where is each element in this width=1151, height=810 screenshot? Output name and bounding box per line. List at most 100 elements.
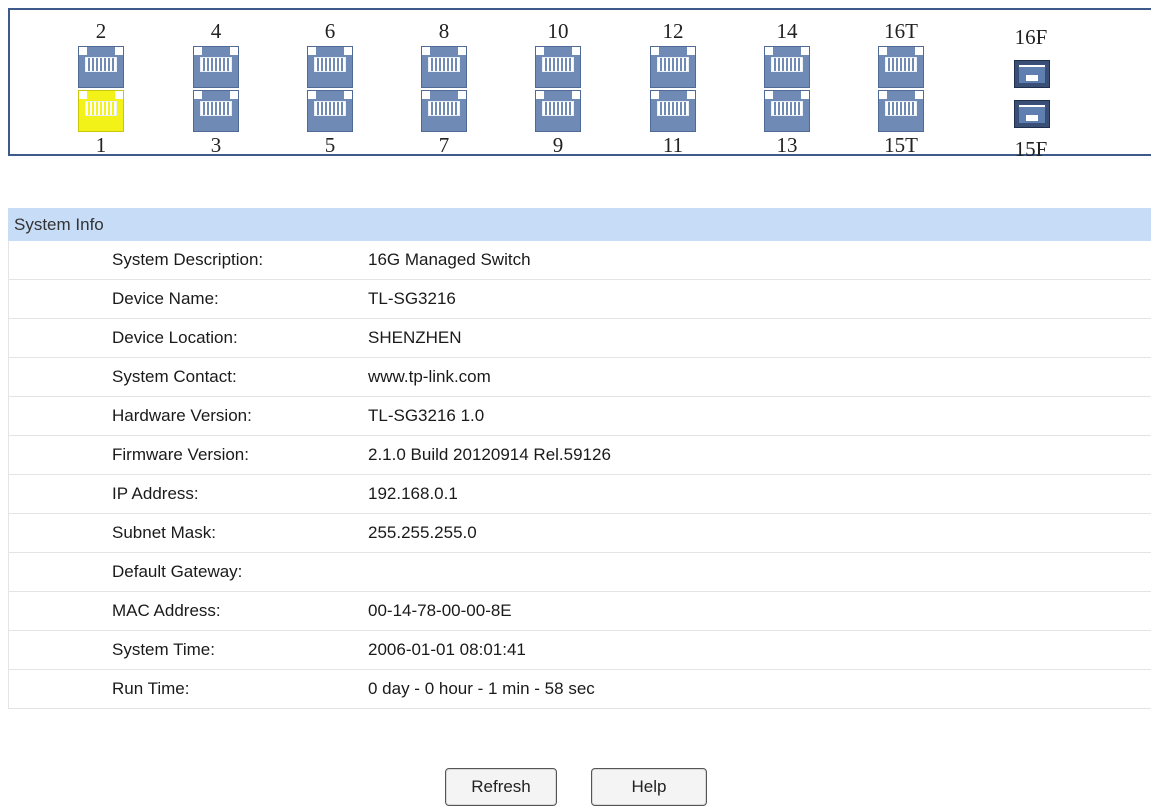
row-label: Hardware Version: <box>112 406 252 425</box>
system-info-table: System Info System Description: 16G Mana… <box>8 208 1151 709</box>
port-number-top: 16T <box>884 19 918 43</box>
rj45-icon <box>200 101 232 116</box>
row-value: TL-SG3216 1.0 <box>368 406 485 425</box>
rj45-icon <box>885 57 917 72</box>
port-12[interactable] <box>650 46 696 88</box>
port-panel: 2 1 4 3 6 5 8 7 10 9 12 11 14 13 16T 15T… <box>8 8 1151 161</box>
port-number-bottom: 3 <box>210 133 222 157</box>
port-number-bottom: 9 <box>552 133 564 157</box>
port-14[interactable] <box>764 46 810 88</box>
table-row: Hardware Version: TL-SG3216 1.0 <box>8 397 1151 436</box>
table-row: Firmware Version: 2.1.0 Build 20120914 R… <box>8 436 1151 475</box>
row-value: 192.168.0.1 <box>368 484 458 503</box>
row-value: 00-14-78-00-00-8E <box>368 601 512 620</box>
rj45-icon <box>428 101 460 116</box>
row-label: Firmware Version: <box>112 445 249 464</box>
rj45-icon <box>542 101 574 116</box>
port-column: 16T 15T <box>866 10 936 158</box>
row-label: Run Time: <box>112 679 190 698</box>
table-row: System Time: 2006-01-01 08:01:41 <box>8 631 1151 670</box>
port-number-bottom: 15T <box>884 133 918 157</box>
row-value: 255.255.255.0 <box>368 523 477 542</box>
table-row: Default Gateway: <box>8 553 1151 592</box>
port-number-top: 6 <box>324 19 336 43</box>
port-column: 6 5 <box>295 10 365 158</box>
port-15t[interactable] <box>878 90 924 132</box>
row-label: System Time: <box>112 640 215 659</box>
port-8[interactable] <box>421 46 467 88</box>
port-column: 10 9 <box>523 10 593 158</box>
table-row: IP Address: 192.168.0.1 <box>8 475 1151 514</box>
sfp-port-16f[interactable] <box>1014 60 1050 88</box>
port-7[interactable] <box>421 90 467 132</box>
port-1[interactable] <box>78 90 124 132</box>
row-label: MAC Address: <box>112 601 221 620</box>
port-column: 14 13 <box>752 10 822 158</box>
port-number-top: 2 <box>95 19 107 43</box>
port-column: 8 7 <box>409 10 479 158</box>
port-number-top: 8 <box>438 19 450 43</box>
port-number-bottom: 11 <box>662 133 684 157</box>
rj45-icon <box>771 57 803 72</box>
port-2[interactable] <box>78 46 124 88</box>
table-row: Subnet Mask: 255.255.255.0 <box>8 514 1151 553</box>
port-column: 2 1 <box>66 10 136 158</box>
sfp-port-15f[interactable] <box>1014 100 1050 128</box>
rj45-icon <box>200 57 232 72</box>
row-value: 2006-01-01 08:01:41 <box>368 640 526 659</box>
port-9[interactable] <box>535 90 581 132</box>
rj45-icon <box>314 57 346 72</box>
port-column: 12 11 <box>638 10 708 158</box>
table-row: System Contact: www.tp-link.com <box>8 358 1151 397</box>
row-value: SHENZHEN <box>368 328 462 347</box>
table-row: System Description: 16G Managed Switch <box>8 241 1151 280</box>
port-16t[interactable] <box>878 46 924 88</box>
sfp-icon <box>1019 105 1045 123</box>
row-value: www.tp-link.com <box>368 367 491 386</box>
rj45-icon <box>771 101 803 116</box>
rj45-icon <box>542 57 574 72</box>
row-value: TL-SG3216 <box>368 289 456 308</box>
port-number-top: 10 <box>547 19 569 43</box>
sfp-column: 16F 15F <box>996 10 1066 161</box>
rj45-icon <box>85 57 117 72</box>
help-button[interactable]: Help <box>591 768 707 806</box>
port-number-bottom: 13 <box>776 133 798 157</box>
port-number-top: 4 <box>210 19 222 43</box>
row-label: System Description: <box>112 250 264 269</box>
row-label: Default Gateway: <box>112 562 243 581</box>
port-11[interactable] <box>650 90 696 132</box>
port-5[interactable] <box>307 90 353 132</box>
port-column: 4 3 <box>181 10 251 158</box>
system-info-title: System Info <box>8 208 1151 241</box>
rj45-icon <box>885 101 917 116</box>
table-row: MAC Address: 00-14-78-00-00-8E <box>8 592 1151 631</box>
rj45-icon <box>85 101 117 116</box>
rj45-icon <box>314 101 346 116</box>
rj45-icon <box>657 101 689 116</box>
refresh-button[interactable]: Refresh <box>445 768 557 806</box>
port-number-bottom: 5 <box>324 133 336 157</box>
sfp-number-bottom: 15F <box>1014 137 1048 161</box>
port-13[interactable] <box>764 90 810 132</box>
row-label: Subnet Mask: <box>112 523 216 542</box>
row-label: System Contact: <box>112 367 237 386</box>
row-value: 0 day - 0 hour - 1 min - 58 sec <box>368 679 595 698</box>
sfp-number-top: 16F <box>1014 25 1048 49</box>
table-row: Device Name: TL-SG3216 <box>8 280 1151 319</box>
row-label: Device Location: <box>112 328 238 347</box>
port-3[interactable] <box>193 90 239 132</box>
rj45-icon <box>657 57 689 72</box>
port-6[interactable] <box>307 46 353 88</box>
port-number-top: 14 <box>776 19 798 43</box>
row-label: Device Name: <box>112 289 219 308</box>
rj45-icon <box>428 57 460 72</box>
row-label: IP Address: <box>112 484 199 503</box>
sfp-icon <box>1019 65 1045 83</box>
row-value: 16G Managed Switch <box>368 250 531 269</box>
port-4[interactable] <box>193 46 239 88</box>
table-row: Run Time: 0 day - 0 hour - 1 min - 58 se… <box>8 670 1151 709</box>
port-number-bottom: 7 <box>438 133 450 157</box>
port-10[interactable] <box>535 46 581 88</box>
table-row: Device Location: SHENZHEN <box>8 319 1151 358</box>
